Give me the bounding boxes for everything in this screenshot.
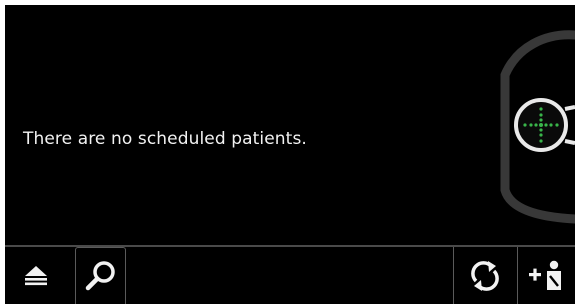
add-person-icon bbox=[528, 260, 561, 290]
search-button[interactable] bbox=[75, 247, 126, 304]
refresh-button[interactable] bbox=[453, 247, 515, 304]
eject-icon bbox=[25, 265, 47, 285]
add-patient-button[interactable] bbox=[517, 247, 575, 304]
search-icon bbox=[85, 261, 115, 291]
menu-button[interactable] bbox=[5, 247, 67, 304]
app-screen: There are no scheduled patients. bbox=[5, 5, 575, 304]
refresh-icon bbox=[470, 260, 499, 291]
empty-state-message: There are no scheduled patients. bbox=[23, 129, 307, 149]
